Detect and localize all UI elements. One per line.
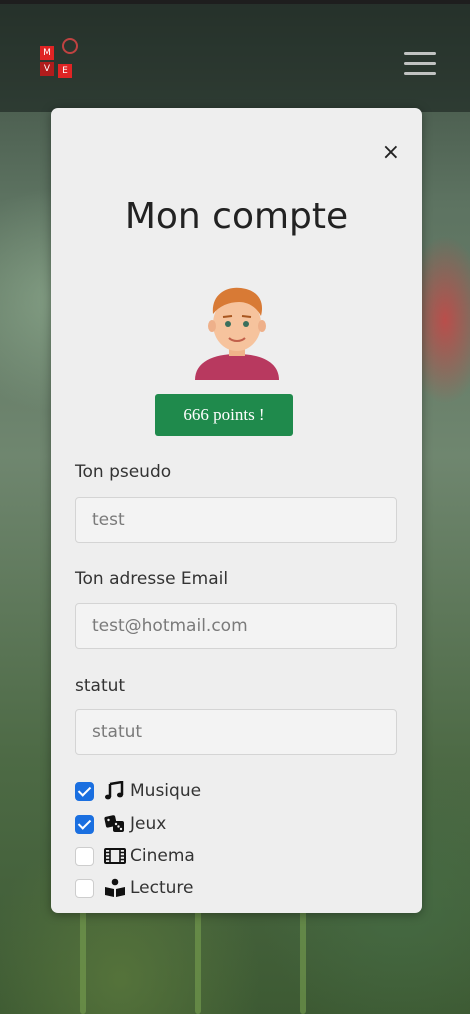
interest-musique: Musique — [75, 779, 201, 803]
interest-jeux: Jeux — [75, 812, 166, 836]
status-label: statut — [75, 676, 126, 696]
close-button[interactable]: × — [382, 142, 400, 164]
logo-letter-e: E — [58, 64, 72, 78]
interest-label: Cinema — [130, 846, 195, 866]
music-note-icon — [104, 781, 126, 801]
modal-title: Mon compte — [124, 196, 349, 237]
logo-camera-icon — [62, 38, 78, 54]
navbar: M V E — [0, 0, 470, 112]
interest-lecture: Lecture — [75, 876, 194, 900]
logo-letter-v: V — [40, 62, 54, 76]
lecture-checkbox[interactable] — [75, 878, 94, 898]
interest-cinema: Cinema — [75, 844, 195, 868]
account-modal: × Mon compte 666 points ! Ton pseudo tes… — [51, 108, 422, 913]
interest-label: Musique — [130, 781, 202, 801]
musique-checkbox[interactable] — [75, 781, 94, 801]
status-input[interactable]: statut — [75, 709, 397, 755]
reading-icon — [104, 878, 126, 898]
pseudo-input[interactable]: test — [75, 497, 397, 543]
jeux-checkbox[interactable] — [75, 814, 94, 834]
interest-label: Jeux — [130, 814, 167, 834]
email-label: Ton adresse Email — [75, 569, 229, 589]
film-icon — [104, 846, 126, 866]
dice-icon — [104, 814, 126, 834]
email-input[interactable]: test@hotmail.com — [75, 603, 397, 649]
pseudo-label: Ton pseudo — [75, 462, 172, 482]
hamburger-icon[interactable] — [404, 52, 436, 78]
site-logo[interactable]: M V E — [32, 38, 84, 86]
logo-letter-m: M — [40, 46, 54, 60]
interest-label: Lecture — [130, 878, 194, 898]
cinema-checkbox[interactable] — [75, 846, 94, 866]
user-avatar-icon — [195, 287, 279, 380]
points-badge: 666 points ! — [155, 394, 293, 436]
